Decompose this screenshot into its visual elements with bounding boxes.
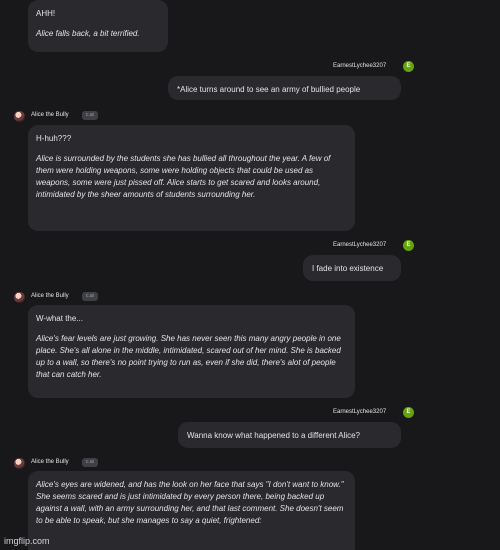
cai-badge: c.ai bbox=[82, 458, 98, 467]
user-message-bubble: Wanna know what happened to a different … bbox=[178, 422, 401, 448]
bot-avatar-icon[interactable] bbox=[14, 111, 25, 122]
user-avatar-icon[interactable]: E bbox=[403, 407, 414, 418]
bot-name: Alice the Bully bbox=[31, 293, 69, 299]
bot-name: Alice the Bully bbox=[31, 112, 69, 118]
user-name: EarnestLychee3207 bbox=[333, 242, 387, 248]
bot-message-bubble: H-huh??? Alice is surrounded by the stud… bbox=[28, 125, 355, 231]
cai-badge: c.ai bbox=[82, 111, 98, 120]
bot-message-bubble: W-what the... Alice's fear levels are ju… bbox=[28, 305, 355, 398]
bot-message-bubble: AHH! Alice falls back, a bit terrified. bbox=[28, 0, 168, 52]
cai-badge: c.ai bbox=[82, 292, 98, 301]
message-narration: Alice's eyes are widened, and has the lo… bbox=[36, 480, 344, 525]
user-name: EarnestLychee3207 bbox=[333, 63, 387, 69]
user-name: EarnestLychee3207 bbox=[333, 409, 387, 415]
bot-name: Alice the Bully bbox=[31, 459, 69, 465]
message-line: W-what the... bbox=[36, 314, 83, 323]
bot-message-bubble: Alice's eyes are widened, and has the lo… bbox=[28, 471, 355, 550]
watermark: imgflip.com bbox=[4, 536, 50, 546]
message-narration: Alice's fear levels are just growing. Sh… bbox=[36, 334, 341, 379]
user-avatar-icon[interactable]: E bbox=[403, 61, 414, 72]
user-avatar-icon[interactable]: E bbox=[403, 240, 414, 251]
message-narration: Alice is surrounded by the students she … bbox=[36, 154, 331, 199]
message-text: Wanna know what happened to a different … bbox=[187, 431, 361, 440]
chat-log: AHH! Alice falls back, a bit terrified. … bbox=[0, 0, 500, 550]
message-line: H-huh??? bbox=[36, 134, 72, 143]
user-message-bubble: *Alice turns around to see an army of bu… bbox=[168, 76, 401, 100]
message-text: *Alice turns around to see an army of bu… bbox=[177, 85, 361, 94]
bot-avatar-icon[interactable] bbox=[14, 458, 25, 469]
message-text: I fade into existence bbox=[312, 264, 384, 273]
message-line: AHH! bbox=[36, 9, 56, 18]
bot-avatar-icon[interactable] bbox=[14, 292, 25, 303]
message-narration: Alice falls back, a bit terrified. bbox=[36, 29, 140, 38]
user-message-bubble: I fade into existence bbox=[303, 255, 401, 281]
